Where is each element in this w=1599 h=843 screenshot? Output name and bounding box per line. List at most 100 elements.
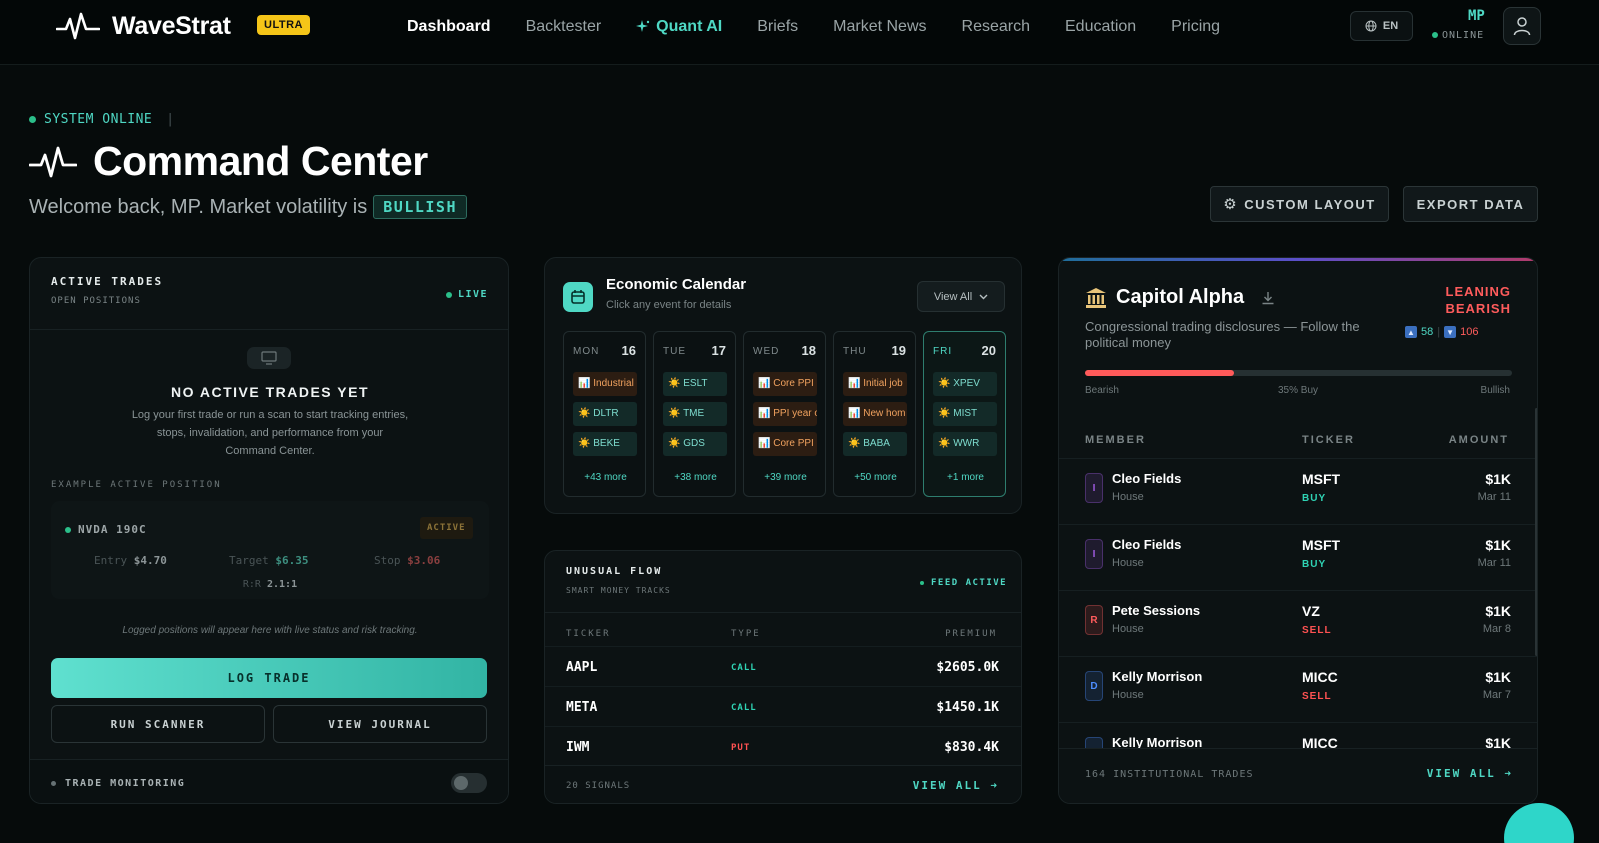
nav-research[interactable]: Research: [962, 18, 1030, 36]
calendar-event[interactable]: 📊 Core PPI: [753, 432, 817, 456]
nav-backtester[interactable]: Backtester: [526, 18, 602, 36]
download-icon[interactable]: [1261, 291, 1275, 305]
sparkle-icon: [636, 19, 650, 32]
trade-ticker: MSFT: [1302, 537, 1341, 553]
leaning-direction: BEARISH: [1445, 301, 1511, 316]
calendar-event[interactable]: 📊 PPI year o: [753, 402, 817, 426]
bullish-label: Bullish: [1480, 385, 1510, 396]
unusual-flow-card: UNUSUAL FLOW SMART MONEY TRACKS FEED ACT…: [544, 550, 1022, 804]
calendar-day-fri[interactable]: FRI 20 ☀️ XPEV ☀️ MIST ☀️ WWR +1 more: [923, 331, 1006, 497]
trade-monitoring-toggle[interactable]: [451, 773, 487, 793]
user-avatar-button[interactable]: [1503, 7, 1541, 45]
calendar-event[interactable]: 📊 Core PPI: [753, 372, 817, 396]
member-chamber: House: [1112, 491, 1144, 503]
live-dot: [446, 291, 452, 298]
toggle-knob: [454, 776, 468, 790]
flow-view-all-link[interactable]: VIEW ALL ➜: [913, 779, 999, 792]
brand-logo[interactable]: WaveStrat: [56, 11, 231, 41]
run-scanner-button[interactable]: RUN SCANNER: [51, 705, 265, 743]
export-data-button[interactable]: EXPORT DATA: [1403, 186, 1538, 222]
calendar-event[interactable]: ☀️ GDS: [663, 432, 727, 456]
sun-icon: ☀️: [848, 438, 861, 449]
calendar-event[interactable]: ☀️ TME: [663, 402, 727, 426]
trade-side: SELL: [1302, 691, 1332, 702]
chart-icon: 📊: [758, 378, 771, 389]
more-events-link[interactable]: +50 more: [834, 472, 917, 483]
user-status-label: ONLINE: [1442, 30, 1485, 41]
user-status: ONLINE: [1432, 30, 1484, 41]
status-divider: |: [166, 112, 175, 127]
rr-value: 2.1:1: [266, 579, 298, 590]
party-badge: R: [1085, 605, 1103, 635]
welcome-message: Welcome back, MP. Market volatility is BU…: [29, 195, 467, 219]
nav-pricing[interactable]: Pricing: [1171, 18, 1220, 36]
language-selector[interactable]: EN: [1350, 11, 1413, 41]
col-member: MEMBER: [1085, 434, 1146, 446]
scrollbar[interactable]: [1535, 408, 1537, 656]
table-row[interactable]: META CALL $1450.1K: [545, 686, 1021, 726]
trade-side: BUY: [1302, 559, 1327, 570]
more-events-link[interactable]: +1 more: [924, 472, 1007, 483]
table-row[interactable]: AAPL CALL $2605.0K: [545, 646, 1021, 686]
buy-percent-label: 35% Buy: [1278, 385, 1319, 396]
calendar-day-thu[interactable]: THU 19 📊 Initial job 📊 New hom ☀️ BABA +50 m…: [833, 331, 916, 497]
custom-layout-button[interactable]: ⚙ CUSTOM LAYOUT: [1210, 186, 1389, 222]
calendar-event[interactable]: ☀️ WWR: [933, 432, 997, 456]
calendar-day-mon[interactable]: MON 16 📊 Industrial ☀️ DLTR ☀️ BEKE +43 more: [563, 331, 646, 497]
sentiment-bar: [1085, 370, 1512, 376]
day-name: THU: [843, 346, 867, 357]
flow-ticker: META: [566, 700, 598, 715]
calendar-event[interactable]: ☀️ BABA: [843, 432, 907, 456]
log-trade-button[interactable]: LOG TRADE: [51, 658, 487, 698]
col-ticker: TICKER: [1302, 434, 1355, 446]
calendar-day-wed[interactable]: WED 18 📊 Core PPI 📊 PPI year o 📊 Core PPI +3…: [743, 331, 826, 497]
more-events-link[interactable]: +43 more: [564, 472, 647, 483]
more-events-link[interactable]: +38 more: [654, 472, 737, 483]
calendar-event[interactable]: 📊 Initial job: [843, 372, 907, 396]
nav-quant-ai[interactable]: Quant AI: [636, 18, 722, 36]
trade-side: SELL: [1302, 625, 1332, 636]
up-arrow-icon: ▲: [1405, 326, 1417, 338]
view-journal-button[interactable]: VIEW JOURNAL: [273, 705, 487, 743]
stop-label: Stop: [374, 554, 401, 567]
calendar-event[interactable]: ☀️ MIST: [933, 402, 997, 426]
calendar-event[interactable]: 📊 New hom: [843, 402, 907, 426]
nav-market-news[interactable]: Market News: [833, 18, 926, 36]
nav-dashboard[interactable]: Dashboard: [407, 18, 491, 36]
event-label: ESLT: [683, 378, 708, 389]
party-badge: D: [1085, 671, 1103, 701]
more-events-link[interactable]: +39 more: [744, 472, 827, 483]
col-type: TYPE: [731, 629, 761, 639]
empty-state-description: Log your first trade or run a scan to st…: [131, 409, 409, 457]
calendar-event[interactable]: ☀️ ESLT: [663, 372, 727, 396]
day-number: 17: [711, 343, 726, 358]
table-row[interactable]: D Kelly Morrison House MICC SELL $1K Mar…: [1059, 656, 1537, 722]
calendar-event[interactable]: ☀️ XPEV: [933, 372, 997, 396]
system-status-label: SYSTEM ONLINE: [44, 112, 153, 127]
institutional-trade-count: 164 INSTITUTIONAL TRADES: [1085, 769, 1254, 780]
calendar-event[interactable]: 📊 Industrial: [573, 372, 637, 396]
member-chamber: House: [1112, 689, 1144, 701]
chart-icon: 📊: [758, 408, 771, 419]
calendar-view-all-dropdown[interactable]: View All: [917, 281, 1005, 312]
table-row[interactable]: I Cleo Fields House MSFT BUY $1K Mar 11: [1059, 524, 1537, 590]
calendar-subtitle: Click any event for details: [606, 299, 732, 311]
member-name: Pete Sessions: [1112, 603, 1201, 618]
col-premium: PREMIUM: [945, 629, 997, 639]
table-row[interactable]: R Pete Sessions House VZ SELL $1K Mar 8: [1059, 590, 1537, 656]
table-row[interactable]: IWM PUT $830.4K: [545, 726, 1021, 766]
capitol-view-all-link[interactable]: VIEW ALL ➜: [1427, 767, 1513, 780]
example-position: NVDA 190C ACTIVE Entry $4.70 Target $6.3…: [51, 501, 489, 599]
table-row[interactable]: I Cleo Fields House MSFT BUY $1K Mar 11: [1059, 458, 1537, 524]
event-label: WWR: [953, 438, 980, 449]
calendar-event[interactable]: ☀️ BEKE: [573, 432, 637, 456]
calendar-day-tue[interactable]: TUE 17 ☀️ ESLT ☀️ TME ☀️ GDS +38 more: [653, 331, 736, 497]
nav-briefs[interactable]: Briefs: [757, 18, 798, 36]
chat-fab-button[interactable]: [1504, 803, 1574, 843]
chart-icon: 📊: [848, 378, 861, 389]
custom-layout-label: CUSTOM LAYOUT: [1244, 196, 1376, 212]
calendar-event[interactable]: ☀️ DLTR: [573, 402, 637, 426]
language-label: EN: [1382, 20, 1399, 32]
chevron-down-icon: [979, 294, 988, 299]
nav-education[interactable]: Education: [1065, 18, 1136, 36]
